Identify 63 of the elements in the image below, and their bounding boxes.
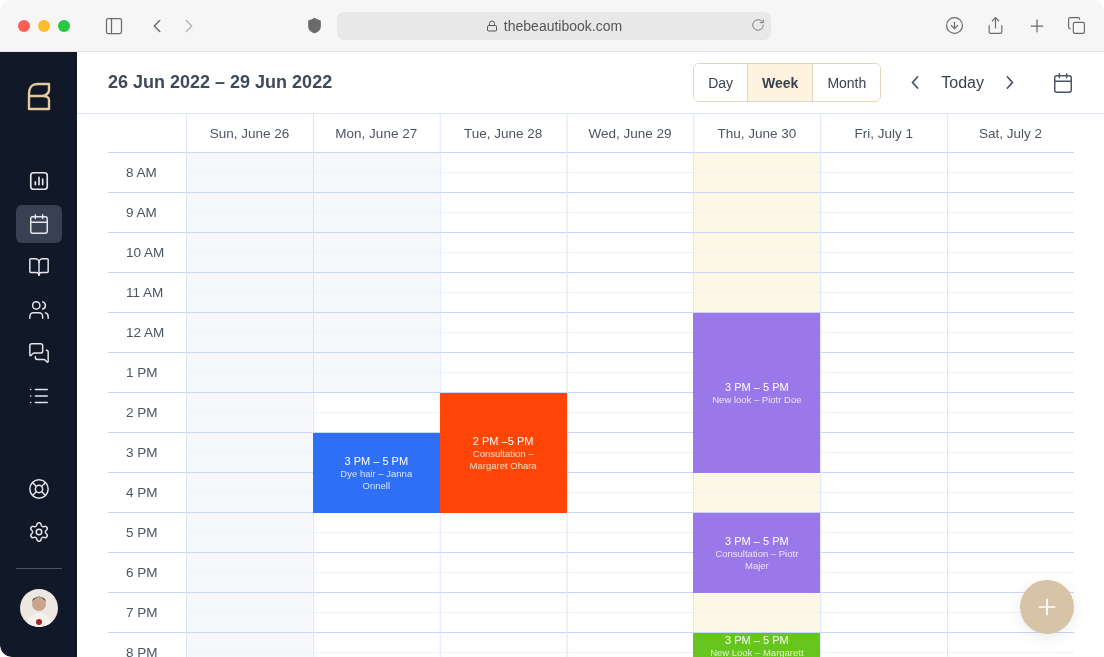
sidebar-toggle-icon[interactable]: [104, 15, 124, 36]
view-tab[interactable]: Week: [747, 64, 813, 101]
day-header: Mon, June 27: [334, 124, 419, 143]
appointment-time: 3 PM – 5 PM: [344, 454, 409, 468]
hour-label: 8 PM: [125, 644, 159, 657]
appointment-title: Dye hair – Janna Onnell: [339, 468, 414, 492]
download-icon[interactable]: [945, 16, 964, 35]
logo: [25, 82, 52, 112]
hour-label: 10 AM: [125, 244, 166, 262]
next-button[interactable]: [1006, 76, 1014, 89]
appointment-title: Consultation – Piotr Majer: [714, 548, 800, 572]
hour-label: 11 AM: [125, 284, 165, 302]
date-range-title: 26 Jun 2022 – 29 Jun 2022: [108, 72, 334, 93]
hour-label: 8 AM: [125, 164, 158, 182]
settings-icon: [27, 521, 50, 543]
hour-label: 6 PM: [125, 564, 159, 582]
chat-icon: [27, 342, 50, 364]
calendar-button[interactable]: [1052, 71, 1074, 94]
avatar[interactable]: [19, 589, 58, 627]
appointment-card[interactable]: 3 PM – 5 PM Consultation – Piotr Majer: [693, 513, 821, 593]
day-header: Fri, July 1: [853, 124, 914, 143]
users-icon: [27, 299, 50, 321]
today-button[interactable]: Today: [941, 73, 984, 92]
day-header: Wed, June 29: [587, 124, 673, 143]
day-header: Sun, June 26: [208, 124, 291, 143]
share-icon[interactable]: [986, 16, 1005, 35]
tabs-icon[interactable]: [1067, 16, 1086, 35]
shield-icon[interactable]: [306, 17, 323, 34]
day-header: Sat, July 2: [978, 124, 1044, 143]
calendar-icon: [27, 213, 50, 235]
appointment-time: 3 PM – 5 PM: [725, 534, 789, 548]
nav-item[interactable]: [15, 205, 62, 243]
hour-label: 5 PM: [125, 524, 159, 542]
previous-button[interactable]: [911, 76, 920, 89]
hour-label: 12 AM: [125, 324, 166, 342]
chevron-left-icon: [911, 76, 920, 89]
chart-icon: [27, 170, 50, 192]
close-button[interactable]: [18, 19, 30, 32]
lock-icon: [485, 19, 498, 32]
day-header: Thu, June 30: [716, 124, 798, 143]
appointment-time: 3 PM – 5 PM: [725, 380, 789, 394]
chevron-right-icon: [1006, 76, 1014, 89]
address-bar[interactable]: thebeautibook.com: [337, 11, 771, 40]
book-icon: [27, 256, 50, 278]
appointment-time: 3 PM – 5 PM: [725, 633, 789, 647]
hour-label: 3 PM: [125, 444, 159, 462]
url-text: thebeautibook.com: [503, 17, 623, 34]
calendar-icon: [1052, 71, 1074, 94]
hour-label: 9 AM: [125, 204, 158, 222]
hour-label: 4 PM: [125, 484, 159, 502]
reload-icon[interactable]: [751, 17, 765, 32]
day-header: Tue, June 28: [462, 124, 544, 143]
hour-label: 2 PM: [125, 404, 159, 422]
hour-label: 7 PM: [125, 604, 159, 622]
appointment-card[interactable]: 2 PM –5 PM Consultation – Margaret Ohara: [439, 393, 567, 513]
view-tab[interactable]: Month: [812, 64, 881, 101]
appointment-title: New look – Piotr Doe: [712, 394, 802, 406]
hour-label: 1 PM: [125, 364, 159, 382]
appointment-title: Consultation – Margaret Ohara: [468, 448, 538, 472]
appointment-card[interactable]: 3 PM – 5 PM New look – Piotr Doe: [693, 313, 821, 473]
appointment-card[interactable]: 3 PM – 5 PM Dye hair – Janna Onnell: [312, 433, 440, 513]
appointment-time: 2 PM –5 PM: [472, 434, 534, 448]
help-icon: [27, 478, 50, 500]
